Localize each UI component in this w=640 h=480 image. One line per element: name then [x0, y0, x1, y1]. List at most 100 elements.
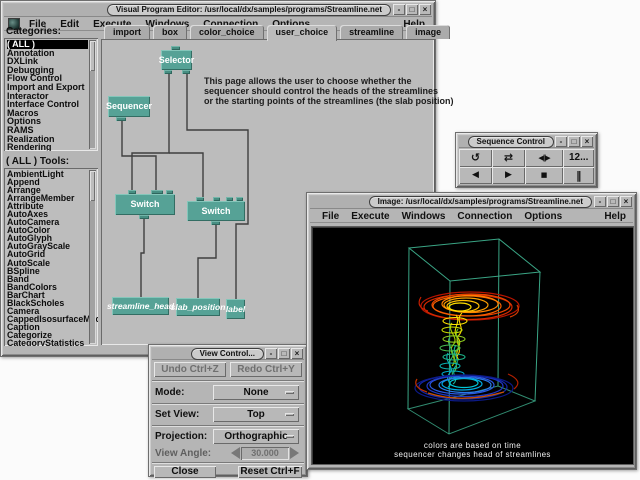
page-tab[interactable]: streamline — [340, 25, 403, 39]
step-icon: ◀‖▶ — [538, 154, 549, 162]
stop-icon: ■ — [541, 171, 548, 179]
page-tab[interactable]: color_choice — [190, 25, 264, 39]
close-button[interactable]: Close — [154, 466, 216, 478]
menu-item[interactable]: File — [316, 210, 345, 223]
sequence-control-window: Sequence Control - □ × ↺ ⇄ ◀‖▶ 12 ... ◀ … — [455, 132, 598, 188]
close-icon[interactable]: × — [419, 4, 431, 15]
node-slab-position[interactable]: slab_position — [176, 298, 220, 316]
tools-label: ( ALL ) Tools: — [6, 156, 69, 167]
node-input-tab[interactable] — [226, 197, 233, 201]
set-view-option-menu[interactable]: Top — [213, 407, 299, 422]
minimize-icon[interactable]: - — [265, 348, 277, 359]
play-forward-button[interactable]: ▶ — [492, 167, 525, 185]
loop-icon: ↺ — [471, 151, 480, 164]
page-tab[interactable]: box — [153, 25, 187, 39]
pause-button[interactable]: ‖ — [563, 167, 594, 185]
node-selector[interactable]: Selector — [161, 50, 192, 70]
image-window-title: Image: /usr/local/dx/samples/programs/St… — [369, 196, 592, 208]
maximize-icon[interactable]: □ — [607, 196, 619, 207]
image-window: Image: /usr/local/dx/samples/programs/St… — [306, 192, 637, 470]
node-input-tab[interactable] — [196, 197, 204, 201]
page-tabs: importboxcolor_choiceuser_choicestreamli… — [104, 23, 453, 39]
scrollbar-thumb[interactable] — [90, 171, 95, 201]
menu-item[interactable]: Execute — [345, 210, 395, 223]
image-display[interactable]: colors are based on time sequencer chang… — [311, 226, 634, 465]
palindrome-button[interactable]: ⇄ — [492, 149, 525, 167]
node-input-tab[interactable] — [213, 197, 220, 201]
node-switch-left[interactable]: Switch — [115, 194, 175, 215]
step-button[interactable]: ◀‖▶ — [525, 149, 563, 167]
option-menu-indicator — [285, 391, 294, 394]
node-input-tab[interactable] — [128, 190, 136, 194]
categories-scrollbar[interactable] — [89, 40, 96, 149]
frame-counter[interactable]: 12 ... — [563, 149, 594, 167]
node-output-tab[interactable] — [211, 221, 220, 225]
page-tab[interactable]: image — [406, 25, 450, 39]
minimize-icon[interactable]: - — [594, 196, 606, 207]
minimize-icon[interactable]: - — [555, 136, 567, 147]
frame-counter-more: ... — [580, 152, 588, 163]
close-icon[interactable]: × — [581, 136, 593, 147]
view-angle-decrease-icon[interactable] — [231, 447, 240, 459]
scrollbar-thumb[interactable] — [90, 41, 95, 71]
close-icon[interactable]: × — [620, 196, 632, 207]
maximize-icon[interactable]: □ — [406, 4, 418, 15]
undo-button[interactable]: Undo Ctrl+Z — [154, 362, 226, 377]
play-backward-button[interactable]: ◀ — [459, 167, 492, 185]
mode-label: Mode: — [155, 387, 184, 398]
node-input-tab[interactable] — [151, 190, 163, 194]
node-input-tab[interactable] — [171, 46, 180, 50]
tools-scrollbar[interactable] — [89, 170, 96, 344]
view-angle-increase-icon[interactable] — [290, 447, 299, 459]
redo-button[interactable]: Redo Ctrl+Y — [230, 362, 302, 377]
view-angle-field[interactable]: 30.000 — [241, 447, 289, 460]
categories-list[interactable]: ( ALL )AnnotationDXLinkDebuggingFlow Con… — [4, 38, 98, 151]
view-control-title: View Control... — [191, 348, 264, 360]
node-output-tab[interactable] — [116, 117, 126, 121]
menu-item-help[interactable]: Help — [597, 210, 633, 223]
image-menus: FileExecuteWindowsConnectionOptions — [310, 210, 568, 223]
node-label[interactable]: label — [226, 299, 245, 319]
stop-button[interactable]: ■ — [525, 167, 563, 185]
projection-option-menu[interactable]: Orthographic — [213, 429, 299, 444]
node-input-tab[interactable] — [166, 190, 173, 194]
vpe-window-title: Visual Program Editor: /usr/local/dx/sam… — [107, 4, 391, 16]
menu-item[interactable]: Options — [518, 210, 568, 223]
category-item[interactable]: Rendering — [7, 143, 88, 151]
play-forward-icon: ▶ — [505, 170, 512, 180]
canvas-annotation: This page allows the user to choose whet… — [204, 77, 454, 106]
node-switch-right[interactable]: Switch — [187, 201, 245, 221]
node-input-tab[interactable] — [236, 197, 243, 201]
menu-item[interactable]: Windows — [396, 210, 452, 223]
reset-button[interactable]: Reset Ctrl+F — [238, 466, 302, 478]
minimize-icon[interactable]: - — [393, 4, 405, 15]
tools-list[interactable]: AmbientLightAppendArrangeArrangeMemberAt… — [4, 168, 98, 346]
image-titlebar[interactable]: Image: /usr/local/dx/samples/programs/St… — [310, 196, 633, 209]
page-tab[interactable]: import — [104, 25, 150, 39]
sequence-control-titlebar[interactable]: Sequence Control - □ × — [459, 136, 594, 148]
node-streamline-head[interactable]: streamline_head — [112, 297, 169, 315]
tool-item[interactable]: CategoryStatistics — [7, 339, 88, 346]
separator — [152, 425, 304, 427]
close-icon[interactable]: × — [291, 348, 303, 359]
view-angle-label: View Angle: — [155, 448, 211, 459]
image-caption-line1: colors are based on time — [312, 441, 633, 450]
mode-option-menu[interactable]: None — [213, 385, 299, 400]
page-tab[interactable]: user_choice — [267, 25, 338, 41]
node-sequencer[interactable]: Sequencer — [108, 96, 150, 117]
maximize-icon[interactable]: □ — [278, 348, 290, 359]
node-output-tab[interactable] — [164, 70, 172, 74]
menu-item[interactable]: Connection — [451, 210, 518, 223]
loop-button[interactable]: ↺ — [459, 149, 492, 167]
separator — [152, 462, 304, 464]
streamline-visualization — [312, 227, 633, 464]
node-output-tab[interactable] — [139, 215, 149, 219]
node-output-tab[interactable] — [182, 70, 190, 74]
view-control-titlebar[interactable]: View Control... - □ × — [152, 348, 304, 360]
sequence-control-title: Sequence Control — [468, 136, 554, 148]
separator — [152, 380, 304, 382]
option-menu-indicator — [285, 435, 294, 438]
view-control-window: View Control... - □ × Undo Ctrl+Z Redo C… — [148, 344, 308, 477]
vpe-titlebar[interactable]: Visual Program Editor: /usr/local/dx/sam… — [4, 4, 432, 17]
maximize-icon[interactable]: □ — [568, 136, 580, 147]
